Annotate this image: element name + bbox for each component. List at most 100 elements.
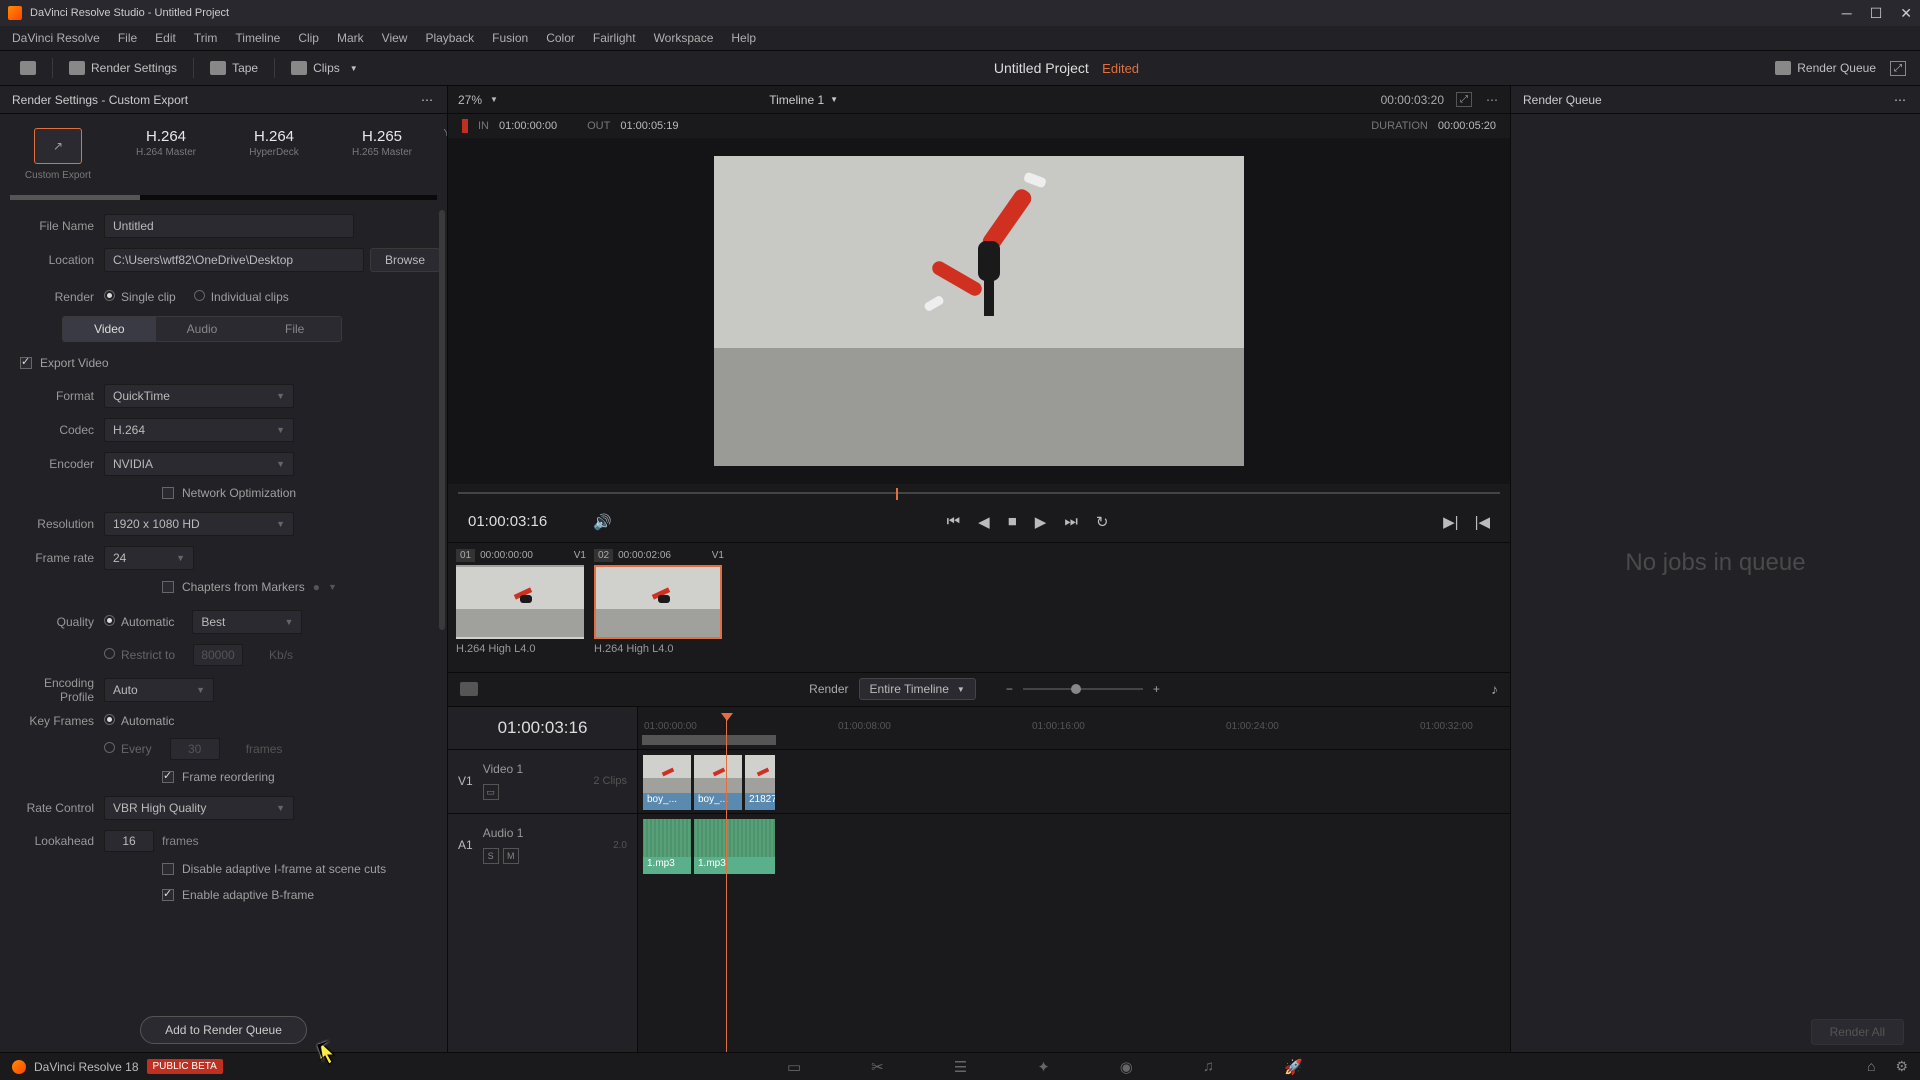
browse-button[interactable]: Browse bbox=[370, 248, 440, 272]
render-queue-button[interactable]: Render Queue bbox=[1765, 57, 1886, 79]
single-clip-radio[interactable]: Single clip bbox=[104, 290, 176, 304]
zoom-out-button[interactable]: − bbox=[1006, 682, 1013, 696]
disable-adaptive-checkbox[interactable] bbox=[162, 863, 174, 875]
panel-menu-icon[interactable]: ⋯ bbox=[421, 93, 435, 107]
menu-edit[interactable]: Edit bbox=[147, 29, 184, 47]
restrict-input[interactable] bbox=[193, 644, 243, 666]
minimize-icon[interactable]: ─ bbox=[1842, 5, 1852, 22]
page-media[interactable]: ▭ bbox=[787, 1058, 801, 1076]
menu-trim[interactable]: Trim bbox=[186, 29, 226, 47]
preset-youtube[interactable]: YouT bbox=[440, 128, 447, 181]
tab-audio[interactable]: Audio bbox=[156, 317, 249, 341]
restrict-radio[interactable]: Restrict to bbox=[104, 648, 175, 662]
individual-clips-radio[interactable]: Individual clips bbox=[194, 290, 289, 304]
menu-mark[interactable]: Mark bbox=[329, 29, 372, 47]
menu-fusion[interactable]: Fusion bbox=[484, 29, 536, 47]
render-settings-button[interactable]: Render Settings bbox=[59, 57, 187, 79]
format-select[interactable]: QuickTime▼ bbox=[104, 384, 294, 408]
loop-button[interactable]: ↻ bbox=[1096, 513, 1109, 531]
menu-workspace[interactable]: Workspace bbox=[646, 29, 722, 47]
menu-help[interactable]: Help bbox=[723, 29, 764, 47]
menu-view[interactable]: View bbox=[374, 29, 416, 47]
page-fusion[interactable]: ✦ bbox=[1037, 1058, 1050, 1076]
timeline-name[interactable]: Timeline 1▼ bbox=[769, 93, 838, 107]
menu-playback[interactable]: Playback bbox=[417, 29, 482, 47]
codec-select[interactable]: H.264▼ bbox=[104, 418, 294, 442]
tape-button[interactable]: Tape bbox=[200, 57, 268, 79]
kf-auto-radio[interactable]: Automatic bbox=[104, 714, 174, 728]
settings-gear-icon[interactable]: ⚙ bbox=[1895, 1058, 1908, 1075]
encoder-select[interactable]: NVIDIA▼ bbox=[104, 452, 294, 476]
chapters-checkbox[interactable] bbox=[162, 581, 174, 593]
clips-button[interactable]: Clips▼ bbox=[281, 57, 368, 79]
kf-every-radio[interactable]: Every bbox=[104, 742, 152, 756]
video-clip-3[interactable]: 21827 ... bbox=[744, 754, 776, 810]
preset-h264-master[interactable]: H.264 H.264 Master bbox=[116, 128, 216, 181]
maximize-icon[interactable]: ☐ bbox=[1870, 5, 1883, 22]
export-video-checkbox[interactable] bbox=[20, 357, 32, 369]
menu-clip[interactable]: Clip bbox=[290, 29, 327, 47]
menu-fairlight[interactable]: Fairlight bbox=[585, 29, 644, 47]
zoom-slider[interactable] bbox=[1023, 688, 1143, 690]
range-bar[interactable] bbox=[642, 735, 776, 745]
tab-file[interactable]: File bbox=[248, 317, 341, 341]
kf-every-input[interactable] bbox=[170, 738, 220, 760]
viewer-expand-icon[interactable]: ⤢ bbox=[1456, 92, 1472, 107]
home-icon[interactable]: ⌂ bbox=[1867, 1058, 1875, 1075]
timeline-view-icon[interactable] bbox=[460, 682, 478, 696]
jump-start-button[interactable]: ⏮ bbox=[947, 513, 961, 531]
page-cut[interactable]: ✂ bbox=[871, 1058, 884, 1076]
scrub-bar[interactable] bbox=[458, 484, 1500, 502]
step-back-button[interactable]: ◀ bbox=[978, 513, 990, 531]
track-head-a1[interactable]: A1 Audio 1 S M 2.0 bbox=[448, 813, 637, 877]
network-opt-checkbox[interactable] bbox=[162, 487, 174, 499]
resolution-select[interactable]: 1920 x 1080 HD▼ bbox=[104, 512, 294, 536]
render-queue-menu-icon[interactable]: ⋯ bbox=[1894, 93, 1908, 107]
render-scope-select[interactable]: Entire Timeline▼ bbox=[859, 678, 976, 700]
preset-hyperdeck[interactable]: H.264 HyperDeck bbox=[224, 128, 324, 181]
encprof-select[interactable]: Auto▼ bbox=[104, 678, 214, 702]
quality-auto-radio[interactable]: Automatic bbox=[104, 615, 174, 629]
audio-clip-2[interactable]: 1.mp3 bbox=[693, 818, 776, 874]
page-fairlight[interactable]: ♫ bbox=[1203, 1058, 1214, 1076]
quick-export-button[interactable] bbox=[10, 57, 46, 79]
zoom-select[interactable]: 27%▼ bbox=[458, 93, 498, 107]
framerate-select[interactable]: 24▼ bbox=[104, 546, 194, 570]
video-clip-2[interactable]: boy_... bbox=[693, 754, 743, 810]
lookahead-input[interactable] bbox=[104, 830, 154, 852]
clip-card-1[interactable]: 0100:00:00:00V1 H.264 High L4.0 bbox=[456, 549, 586, 666]
frame-reorder-checkbox[interactable] bbox=[162, 771, 174, 783]
audio-clip-1[interactable]: 1.mp3 bbox=[642, 818, 692, 874]
ratectl-select[interactable]: VBR High Quality▼ bbox=[104, 796, 294, 820]
location-input[interactable] bbox=[104, 248, 364, 272]
menu-file[interactable]: File bbox=[110, 29, 145, 47]
enable-bframe-checkbox[interactable] bbox=[162, 889, 174, 901]
volume-icon[interactable]: 🔊 bbox=[593, 513, 612, 531]
v1-toggle-icon[interactable]: ▭ bbox=[483, 784, 499, 800]
a1-mute-button[interactable]: M bbox=[503, 848, 519, 864]
quality-select[interactable]: Best▼ bbox=[192, 610, 302, 634]
form-scrollbar[interactable] bbox=[439, 200, 445, 998]
viewer-menu-icon[interactable]: ⋯ bbox=[1486, 93, 1500, 107]
stop-button[interactable]: ■ bbox=[1008, 513, 1017, 531]
menu-color[interactable]: Color bbox=[538, 29, 583, 47]
prev-clip-button[interactable]: |◀ bbox=[1475, 513, 1490, 531]
a1-solo-button[interactable]: S bbox=[483, 848, 499, 864]
audio-track-1[interactable]: 1.mp3 1.mp3 bbox=[638, 813, 1510, 877]
jump-end-button[interactable]: ⏭ bbox=[1064, 513, 1078, 531]
video-track-1[interactable]: boy_... boy_... 21827 ... bbox=[638, 749, 1510, 813]
page-deliver[interactable]: 🚀 bbox=[1284, 1058, 1303, 1076]
menu-timeline[interactable]: Timeline bbox=[227, 29, 288, 47]
preset-custom[interactable]: ↗ Custom Export bbox=[8, 128, 108, 181]
menu-davinci[interactable]: DaVinci Resolve bbox=[4, 29, 108, 47]
next-clip-button[interactable]: ▶| bbox=[1443, 513, 1458, 531]
play-button[interactable]: ▶ bbox=[1035, 513, 1047, 531]
filename-input[interactable] bbox=[104, 214, 354, 238]
viewer[interactable] bbox=[448, 138, 1510, 484]
render-all-button[interactable]: Render All bbox=[1811, 1019, 1904, 1045]
clip-card-2[interactable]: 0200:00:02:06V1 H.264 High L4.0 bbox=[594, 549, 724, 666]
timeline-ruler[interactable]: 01:00:00:00 01:00:08:00 01:00:16:00 01:0… bbox=[638, 707, 1510, 749]
preset-h265-master[interactable]: H.265 H.265 Master bbox=[332, 128, 432, 181]
tab-video[interactable]: Video bbox=[63, 317, 156, 341]
playhead[interactable] bbox=[726, 713, 727, 1053]
